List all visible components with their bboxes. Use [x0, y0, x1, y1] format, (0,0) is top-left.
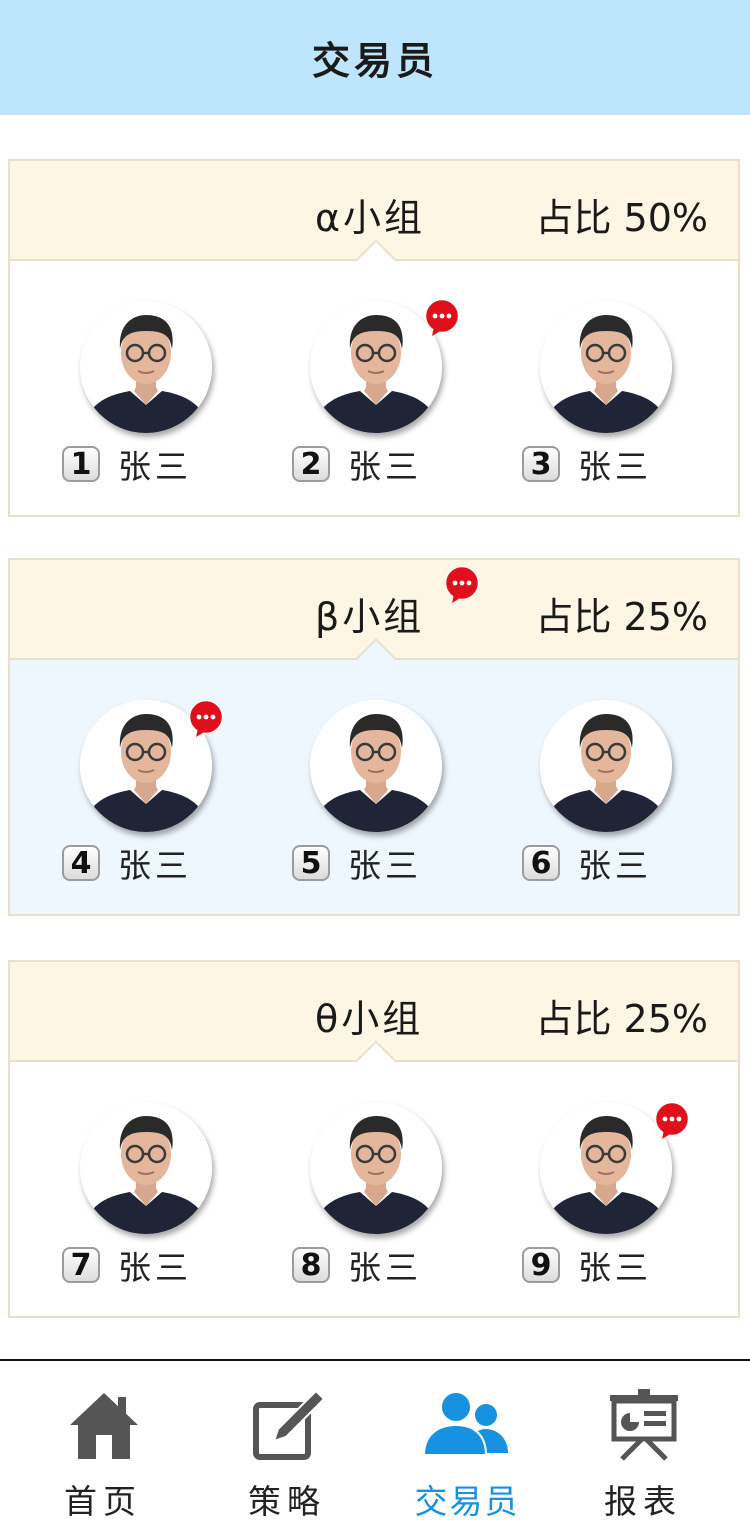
- group-header: β小组 占比 25%: [10, 560, 738, 678]
- trader-name: 张三: [348, 447, 422, 486]
- share-value: 25%: [623, 595, 708, 639]
- chat-bubble-icon[interactable]: [654, 1102, 690, 1140]
- trader-name: 张三: [118, 1248, 192, 1287]
- app-header: 交易员: [0, 0, 750, 115]
- users-icon: [422, 1391, 508, 1456]
- rank-badge: 8: [292, 1247, 330, 1283]
- share-value: 25%: [623, 997, 708, 1041]
- trader-card[interactable]: 3 张三: [520, 301, 700, 491]
- trader-card[interactable]: 4 张三: [60, 700, 240, 890]
- trader-name: 张三: [348, 1248, 422, 1287]
- group-header: α小组 占比 50%: [10, 161, 738, 279]
- edit-icon: [253, 1389, 324, 1460]
- trader-card[interactable]: 9 张三: [520, 1102, 700, 1292]
- group-name: θ小组: [315, 997, 424, 1041]
- rank-badge: 9: [522, 1247, 560, 1283]
- trader-name: 张三: [118, 846, 192, 885]
- tab-home[interactable]: 首页: [28, 1389, 178, 1534]
- page-title: 交易员: [311, 39, 438, 83]
- bottom-tab-bar: 首页 策略 交易员 报表: [0, 1359, 750, 1539]
- group-share: 占比 50%: [536, 187, 708, 242]
- group-header: θ小组 占比 25%: [10, 962, 738, 1080]
- home-icon: [70, 1393, 138, 1459]
- share-value: 50%: [623, 196, 708, 240]
- tab-label: 策略: [248, 1482, 326, 1521]
- group-card-beta: β小组 占比 25% 4 张三 5 张三 6 张三: [8, 558, 740, 916]
- avatar[interactable]: [310, 1102, 442, 1234]
- trader-name: 张三: [348, 846, 422, 885]
- trader-card[interactable]: 8 张三: [290, 1102, 470, 1292]
- trader-card[interactable]: 6 张三: [520, 700, 700, 890]
- rank-badge: 7: [62, 1247, 100, 1283]
- group-members: 7 张三 8 张三 9 张三: [10, 1062, 738, 1316]
- group-members: 1 张三 2 张三 3 张三: [10, 261, 738, 515]
- avatar[interactable]: [310, 700, 442, 832]
- tab-label: 交易员: [414, 1482, 520, 1521]
- group-share: 占比 25%: [536, 988, 708, 1043]
- trader-name: 张三: [118, 447, 192, 486]
- avatar[interactable]: [540, 301, 672, 433]
- chat-bubble-icon[interactable]: [188, 700, 224, 738]
- share-label: 占比: [535, 595, 612, 639]
- trader-card[interactable]: 7 张三: [60, 1102, 240, 1292]
- group-name: β小组: [315, 595, 425, 639]
- rank-badge: 3: [522, 446, 560, 482]
- group-card-alpha: α小组 占比 50% 1 张三 2 张三 3 张三: [8, 159, 740, 517]
- trader-card[interactable]: 2 张三: [290, 301, 470, 491]
- trader-name: 张三: [578, 1248, 652, 1287]
- trader-card[interactable]: 5 张三: [290, 700, 470, 890]
- avatar[interactable]: [310, 301, 442, 433]
- share-label: 占比: [535, 997, 612, 1041]
- tab-reports[interactable]: 报表: [568, 1389, 718, 1534]
- avatar[interactable]: [540, 1102, 672, 1234]
- trader-name: 张三: [578, 846, 652, 885]
- avatar[interactable]: [540, 700, 672, 832]
- chat-bubble-icon[interactable]: [424, 299, 460, 337]
- tab-label: 首页: [64, 1482, 142, 1521]
- group-share: 占比 25%: [536, 586, 708, 641]
- rank-badge: 2: [292, 446, 330, 482]
- chat-bubble-icon[interactable]: [444, 566, 480, 604]
- tab-strategy[interactable]: 策略: [212, 1389, 362, 1534]
- share-label: 占比: [535, 196, 612, 240]
- rank-badge: 1: [62, 446, 100, 482]
- rank-badge: 6: [522, 845, 560, 881]
- group-members: 4 张三 5 张三 6 张三: [10, 660, 738, 914]
- avatar[interactable]: [80, 301, 212, 433]
- tab-label: 报表: [604, 1482, 682, 1521]
- rank-badge: 5: [292, 845, 330, 881]
- trader-card[interactable]: 1 张三: [60, 301, 240, 491]
- tab-traders[interactable]: 交易员: [392, 1389, 542, 1534]
- presentation-icon: [610, 1389, 678, 1461]
- group-card-theta: θ小组 占比 25% 7 张三 8 张三 9 张三: [8, 960, 740, 1318]
- rank-badge: 4: [62, 845, 100, 881]
- avatar[interactable]: [80, 1102, 212, 1234]
- group-name: α小组: [315, 196, 426, 240]
- trader-name: 张三: [578, 447, 652, 486]
